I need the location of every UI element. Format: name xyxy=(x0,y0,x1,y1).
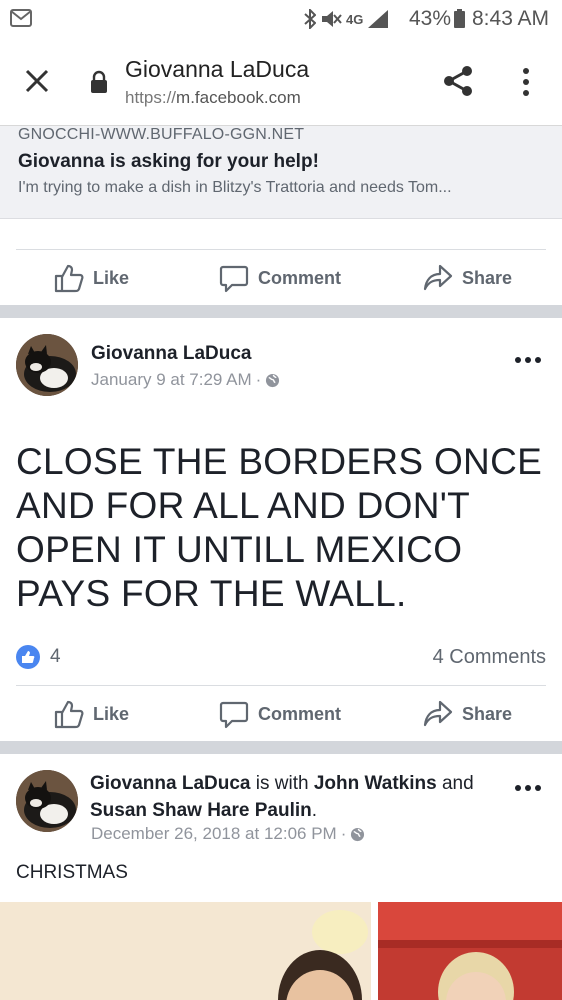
link-description: I'm trying to make a dish in Blitzy's Tr… xyxy=(18,179,452,196)
like-button[interactable]: Like xyxy=(54,686,129,742)
share-label: Share xyxy=(462,267,513,288)
signal-icon xyxy=(368,10,389,28)
like-count: 4 xyxy=(50,646,61,667)
comment-count[interactable]: 4 Comments xyxy=(433,646,546,669)
clock: 8:43 AM xyxy=(472,7,550,30)
post-tagline: Giovanna LaDuca is with John Watkins and… xyxy=(90,770,510,824)
comment-label: Comment xyxy=(258,267,342,288)
url-host: m.facebook.com xyxy=(176,88,301,107)
post-options-icon[interactable] xyxy=(514,783,542,793)
meta-separator: · xyxy=(255,370,262,389)
status-bar: 4G 43% 8:43 AM xyxy=(0,0,562,40)
link-domain: GNOCCHI-WWW.BUFFALO-GGN.NET xyxy=(18,126,305,143)
share-icon[interactable] xyxy=(441,64,475,98)
close-icon[interactable] xyxy=(22,66,52,96)
photo-content xyxy=(0,902,371,1000)
tagline-period: . xyxy=(311,800,318,821)
tagged-person-2[interactable]: Susan Shaw Hare Paulin xyxy=(90,800,312,821)
post-author[interactable]: Giovanna LaDuca xyxy=(91,343,252,365)
globe-icon xyxy=(351,827,365,841)
comment-icon xyxy=(219,265,249,293)
post-meta: December 26, 2018 at 12:06 PM · xyxy=(91,824,365,844)
share-arrow-icon xyxy=(423,700,453,727)
lock-icon[interactable] xyxy=(89,70,109,94)
thumbs-up-icon xyxy=(54,700,84,729)
link-headline: Giovanna is asking for your help! xyxy=(18,151,319,172)
post-author[interactable]: Giovanna LaDuca xyxy=(90,773,251,794)
share-label: Share xyxy=(462,703,513,724)
post-photo[interactable] xyxy=(0,902,371,1000)
reaction-summary[interactable]: 4 4 Comments xyxy=(16,644,546,672)
post-text: CLOSE THE BORDERS ONCE AND FOR ALL AND D… xyxy=(16,441,543,614)
post-meta: January 9 at 7:29 AM · xyxy=(91,370,280,390)
feed-divider xyxy=(0,741,562,754)
mute-icon xyxy=(322,11,342,27)
share-button[interactable]: Share xyxy=(423,686,512,742)
like-label: Like xyxy=(93,267,130,288)
post-options-icon[interactable] xyxy=(514,355,542,365)
post-action-bar: Like Comment Share xyxy=(16,249,546,305)
like-reaction-icon xyxy=(16,645,40,669)
status-icons: 4G xyxy=(304,8,389,30)
and-text: and xyxy=(441,773,474,794)
custom-tab-toolbar: Giovanna LaDuca https://m.facebook.com xyxy=(0,40,562,126)
comment-button[interactable]: Comment xyxy=(219,250,341,306)
share-arrow-icon xyxy=(423,264,453,291)
overflow-menu-icon[interactable] xyxy=(516,66,536,98)
thumbs-up-icon xyxy=(54,264,84,293)
battery-percent: 43% xyxy=(409,7,452,30)
like-button[interactable]: Like xyxy=(54,250,129,306)
cat-photo xyxy=(16,334,78,396)
meta-separator: · xyxy=(340,824,347,843)
page-title: Giovanna LaDuca xyxy=(125,56,310,82)
comment-button[interactable]: Comment xyxy=(219,686,341,742)
gmail-notification-icon xyxy=(10,9,32,27)
post-date[interactable]: January 9 at 7:29 AM xyxy=(91,370,252,390)
comment-icon xyxy=(219,701,249,729)
post-photo[interactable] xyxy=(378,902,562,1000)
shared-link-card[interactable]: GNOCCHI-WWW.BUFFALO-GGN.NET Giovanna is … xyxy=(0,126,562,219)
cat-photo xyxy=(16,770,78,832)
post-caption: CHRISTMAS xyxy=(16,862,128,883)
tagged-person-1[interactable]: John Watkins xyxy=(314,773,437,794)
page-url[interactable]: https://m.facebook.com xyxy=(125,88,301,108)
post-date[interactable]: December 26, 2018 at 12:06 PM xyxy=(91,824,337,844)
url-protocol: https:// xyxy=(125,88,177,107)
comment-label: Comment xyxy=(258,703,342,724)
globe-icon xyxy=(266,373,280,387)
like-label: Like xyxy=(93,703,130,724)
bluetooth-icon xyxy=(304,9,316,29)
network-label: 4G xyxy=(346,11,364,27)
feed-divider xyxy=(0,305,562,318)
battery-icon xyxy=(454,9,465,28)
author-avatar[interactable] xyxy=(16,334,78,396)
share-button[interactable]: Share xyxy=(423,250,512,306)
photo-content xyxy=(378,902,562,1000)
author-avatar[interactable] xyxy=(16,770,78,832)
post-action-bar: Like Comment Share xyxy=(16,685,546,741)
with-text: is with xyxy=(255,773,309,794)
